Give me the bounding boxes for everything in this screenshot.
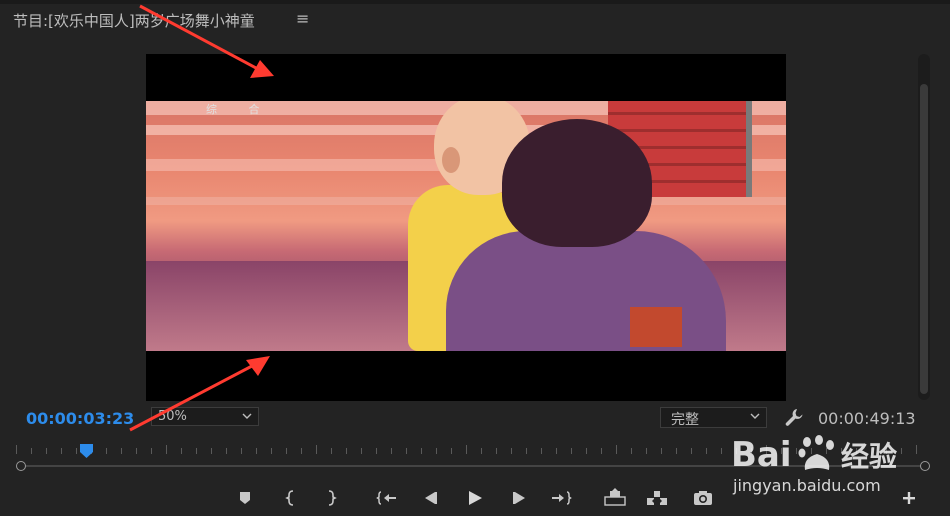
ruler-tick: [376, 448, 377, 454]
zoom-scroll-left-handle[interactable]: [16, 461, 26, 471]
program-monitor-video[interactable]: 综 合: [146, 54, 786, 401]
extract-icon: [647, 491, 667, 505]
play-button[interactable]: [464, 488, 486, 508]
play-icon: [469, 491, 482, 505]
go-to-out-icon: [552, 491, 572, 505]
vertical-scrollbar[interactable]: [918, 54, 930, 400]
mark-in-icon: [285, 490, 294, 506]
ruler-tick: [106, 448, 107, 454]
lift-icon: [604, 488, 626, 506]
adult-figure: [446, 231, 726, 351]
ruler-tick: [181, 448, 182, 454]
watermark-site-text: jingyan.baidu.com: [733, 476, 881, 495]
ruler-tick: [391, 448, 392, 454]
ruler-tick: [16, 445, 17, 454]
ruler-tick: [421, 448, 422, 454]
ruler-tick: [136, 448, 137, 454]
ruler-tick: [31, 448, 32, 454]
extract-button[interactable]: [646, 488, 668, 508]
go-to-in-button[interactable]: [376, 488, 398, 508]
mark-out-button[interactable]: [320, 488, 342, 508]
ruler-tick: [61, 448, 62, 454]
step-forward-icon: [513, 492, 525, 504]
ruler-tick: [346, 448, 347, 454]
zoom-level-value: 50%: [158, 409, 187, 424]
clothing-patch: [630, 307, 682, 347]
wrench-icon[interactable]: [783, 406, 805, 428]
ruler-tick: [121, 448, 122, 454]
step-back-button[interactable]: [420, 488, 442, 508]
export-frame-button[interactable]: [692, 488, 714, 508]
ruler-tick: [541, 448, 542, 454]
ruler-tick: [76, 448, 77, 454]
ruler-tick: [661, 448, 662, 454]
ruler-tick: [496, 448, 497, 454]
adult-hair: [502, 119, 652, 247]
svg-text:Bai: Bai: [731, 435, 792, 475]
ruler-tick: [406, 448, 407, 454]
add-marker-button[interactable]: [234, 488, 256, 508]
ruler-tick: [721, 448, 722, 454]
lift-button[interactable]: [604, 488, 626, 508]
panel-title: 节目:[欢乐中国人]两岁广场舞小神童: [13, 12, 255, 30]
ruler-tick: [211, 448, 212, 454]
panel-menu-icon[interactable]: ≡: [296, 9, 309, 28]
playback-quality-value: 完整: [671, 412, 699, 428]
ruler-tick: [286, 448, 287, 454]
ruler-tick: [196, 448, 197, 454]
playhead-marker[interactable]: [80, 443, 93, 458]
ruler-tick: [301, 448, 302, 454]
ruler-tick: [151, 448, 152, 454]
ruler-tick: [556, 448, 557, 454]
ruler-tick: [451, 448, 452, 454]
ruler-tick: [466, 445, 467, 454]
ruler-tick: [706, 448, 707, 454]
step-back-icon: [425, 492, 437, 504]
ruler-tick: [601, 448, 602, 454]
ruler-tick: [436, 448, 437, 454]
chevron-down-icon: [242, 410, 252, 423]
mark-out-icon: [328, 490, 337, 506]
current-timecode[interactable]: 00:00:03:23: [26, 409, 134, 428]
ruler-tick: [46, 448, 47, 454]
go-to-in-icon: [376, 491, 396, 505]
ruler-tick: [166, 445, 167, 454]
add-marker-icon: [240, 492, 250, 504]
playback-quality-select[interactable]: 完整: [660, 407, 767, 428]
baidu-logo-icon: Bai 经验: [731, 435, 897, 475]
camera-icon: [694, 491, 712, 505]
ruler-tick: [331, 448, 332, 454]
mark-in-button[interactable]: [280, 488, 302, 508]
child-ear: [442, 147, 460, 173]
total-duration-timecode: 00:00:49:13: [818, 409, 916, 428]
ruler-tick: [241, 448, 242, 454]
video-scene: 综 合: [146, 101, 786, 351]
ruler-tick: [691, 448, 692, 454]
ruler-tick: [586, 448, 587, 454]
ruler-tick: [481, 448, 482, 454]
ruler-tick: [676, 448, 677, 454]
ruler-tick: [226, 448, 227, 454]
baidu-jingyan-watermark: Bai 经验 jingyan.baidu.com: [731, 432, 931, 496]
chevron-down-icon: [750, 410, 760, 423]
ruler-tick: [511, 448, 512, 454]
ruler-tick: [526, 448, 527, 454]
vertical-scrollbar-thumb[interactable]: [920, 84, 928, 394]
svg-text:经验: 经验: [841, 440, 897, 473]
ruler-tick: [616, 445, 617, 454]
zoom-level-select[interactable]: 50%: [151, 407, 259, 426]
ruler-tick: [571, 448, 572, 454]
ruler-tick: [316, 445, 317, 454]
ruler-tick: [271, 448, 272, 454]
step-forward-button[interactable]: [508, 488, 530, 508]
ruler-tick: [631, 448, 632, 454]
ruler-tick: [646, 448, 647, 454]
ruler-tick: [361, 448, 362, 454]
video-caption: 综 合: [206, 103, 274, 116]
top-edge: [0, 0, 950, 4]
ruler-tick: [256, 448, 257, 454]
go-to-out-button[interactable]: [550, 488, 572, 508]
